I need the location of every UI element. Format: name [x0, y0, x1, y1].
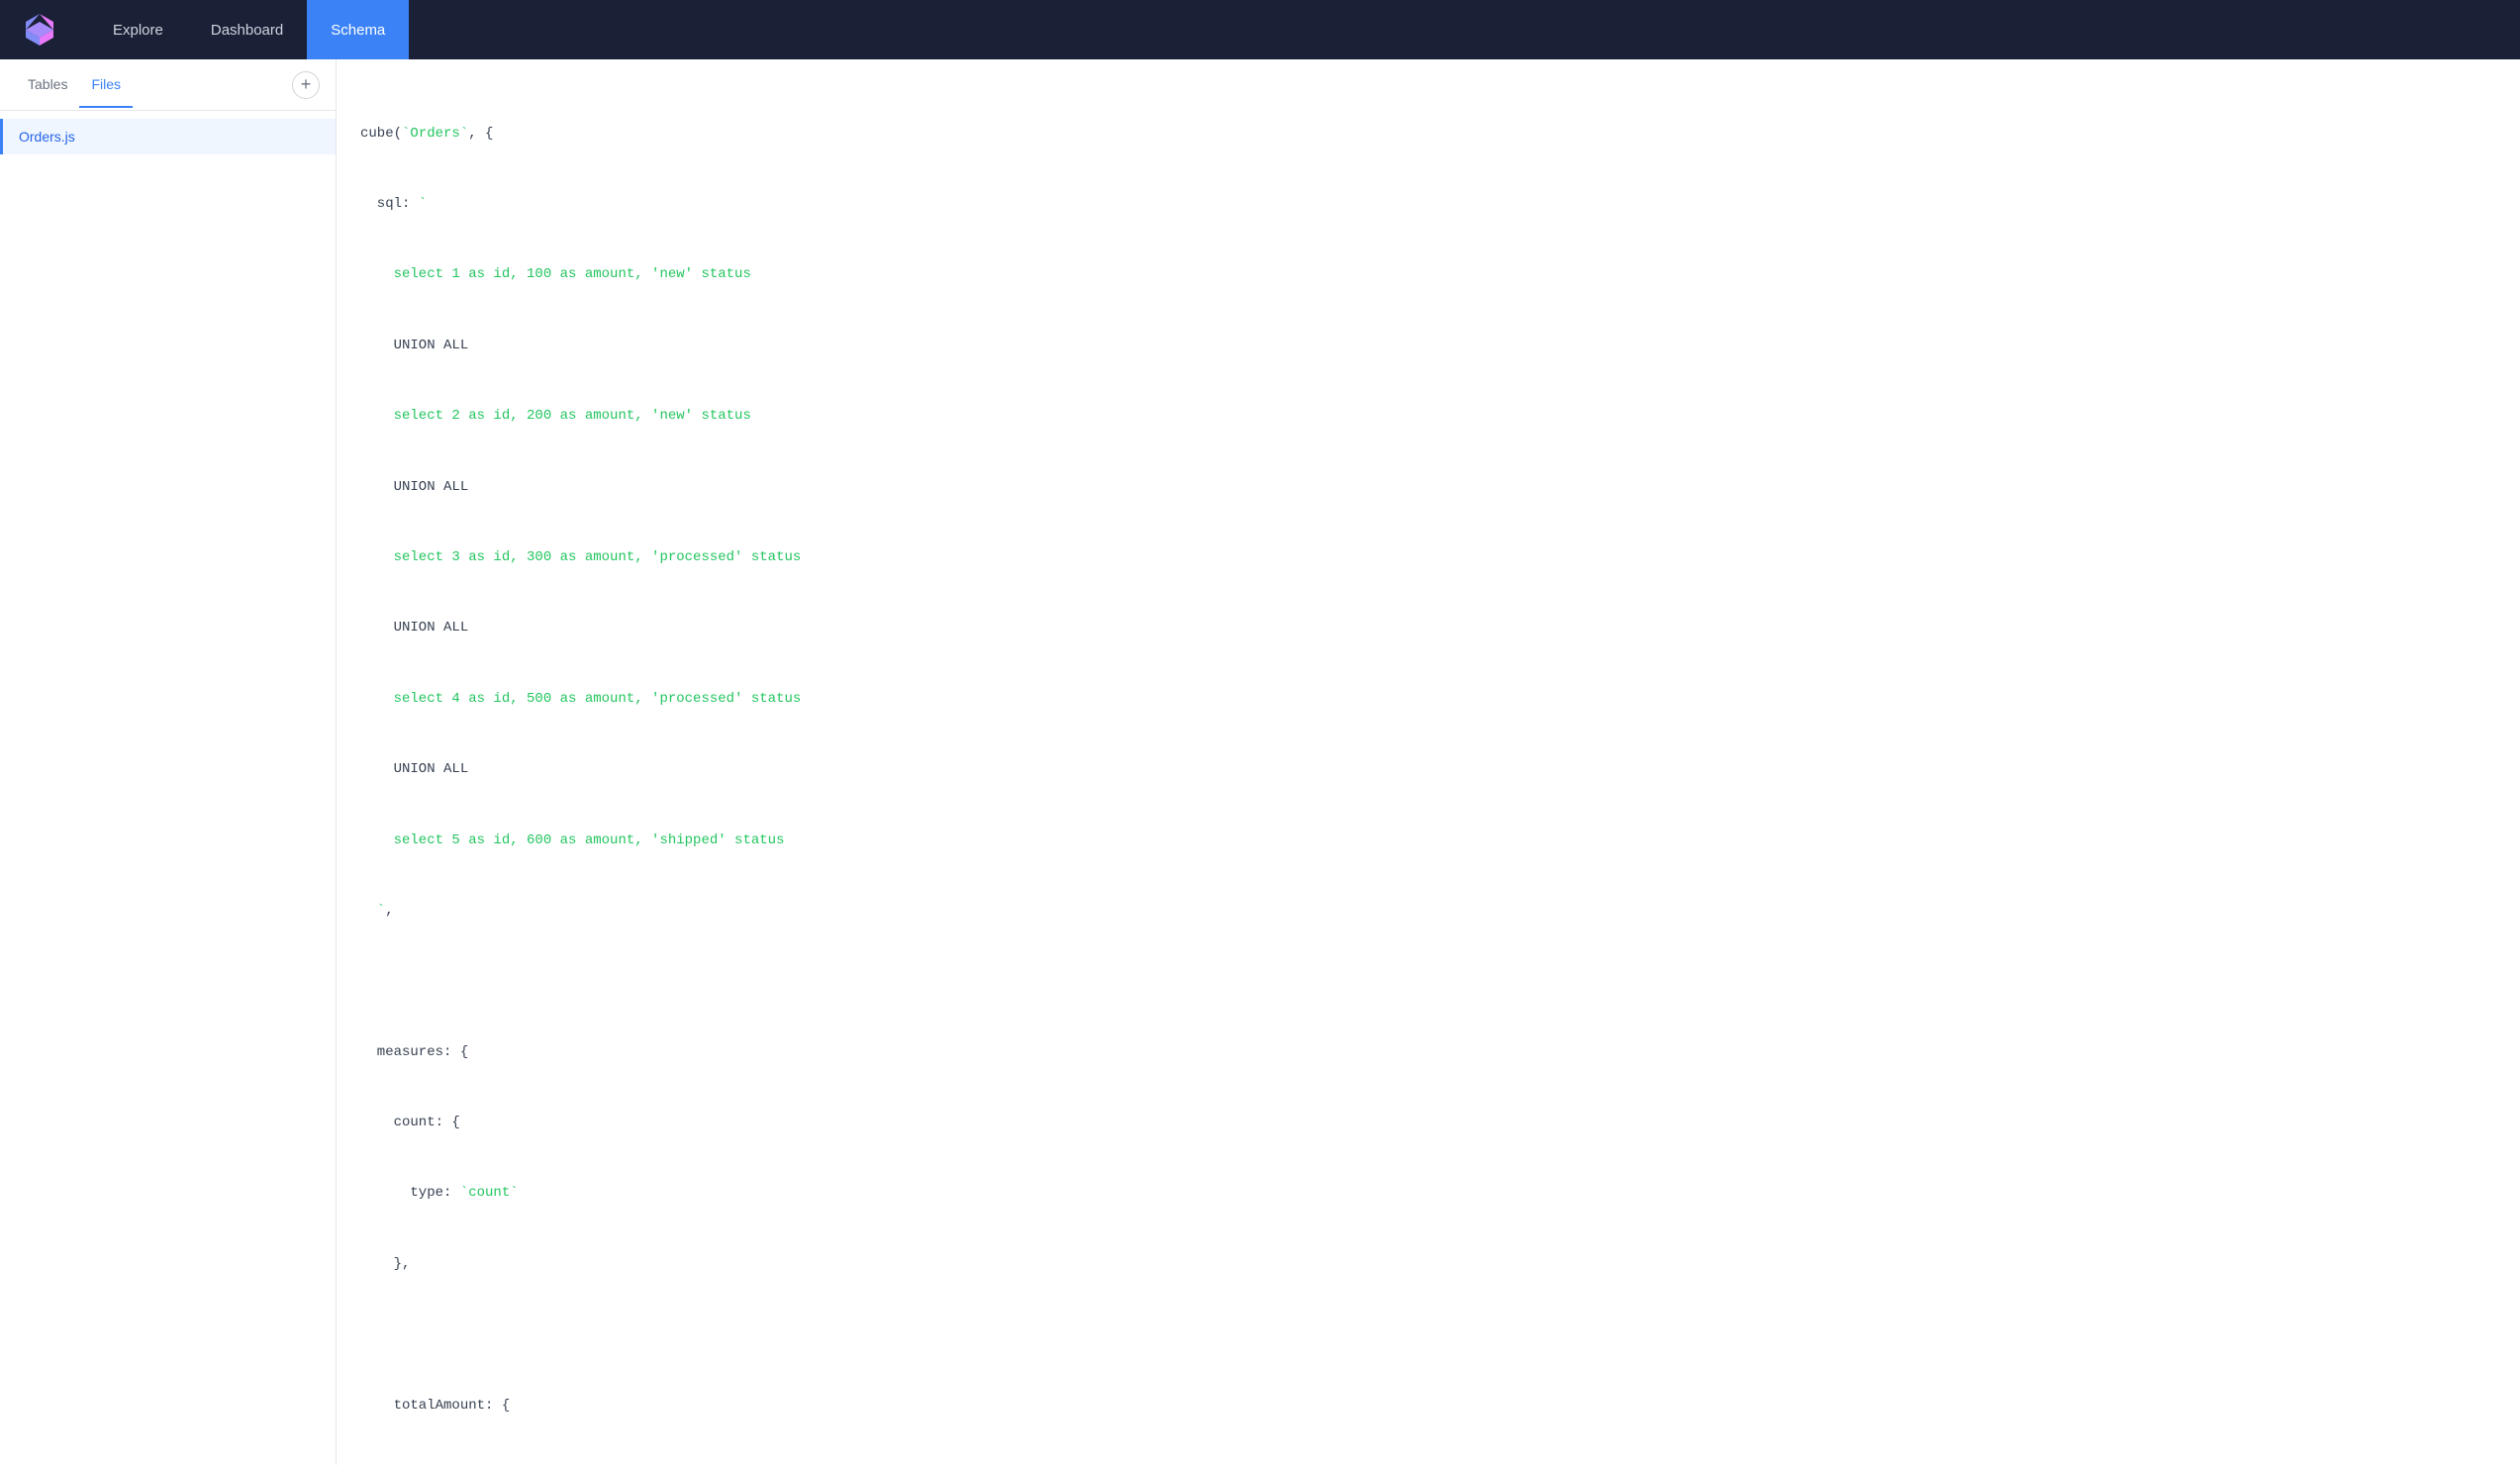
nav-dashboard[interactable]: Dashboard: [187, 0, 307, 59]
sidebar-tabs: Tables Files +: [0, 59, 336, 111]
nav-items: Explore Dashboard Schema: [89, 0, 409, 59]
nav-explore[interactable]: Explore: [89, 0, 187, 59]
nav-schema[interactable]: Schema: [307, 0, 409, 59]
file-item-orders[interactable]: Orders.js: [0, 119, 336, 154]
code-editor: cube(`Orders`, { sql: ` select 1 as id, …: [360, 75, 2496, 1465]
logo: [20, 10, 59, 49]
sidebar-file-list: Orders.js: [0, 111, 336, 162]
tab-tables[interactable]: Tables: [16, 62, 79, 108]
editor-area[interactable]: cube(`Orders`, { sql: ` select 1 as id, …: [337, 59, 2520, 1465]
navbar: Explore Dashboard Schema: [0, 0, 2520, 59]
tab-files[interactable]: Files: [79, 62, 133, 108]
add-file-button[interactable]: +: [292, 71, 320, 99]
main-layout: Tables Files + Orders.js cube(`Orders`, …: [0, 59, 2520, 1465]
sidebar: Tables Files + Orders.js: [0, 59, 337, 1465]
